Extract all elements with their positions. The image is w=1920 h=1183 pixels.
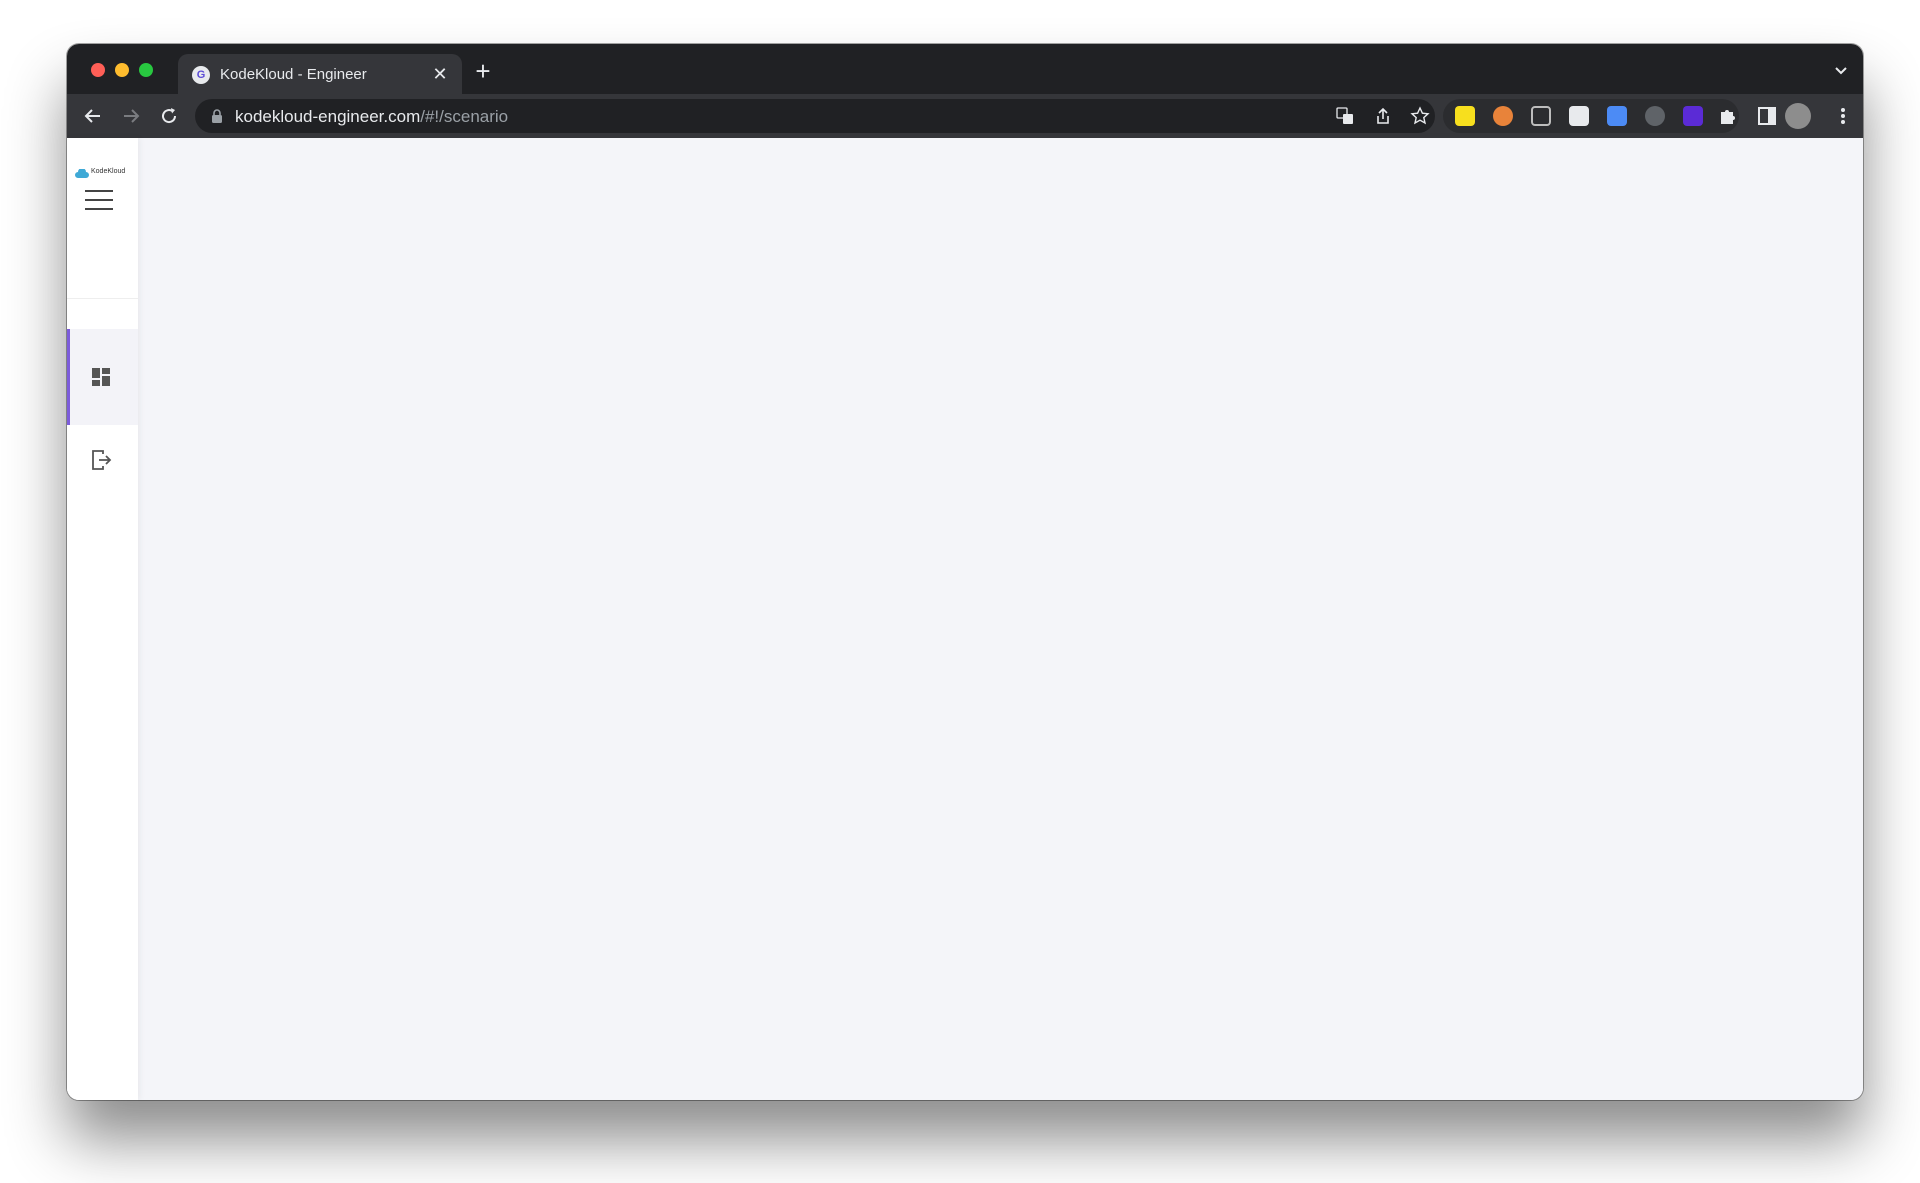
maximize-window-button[interactable] <box>139 63 153 77</box>
dashboard-icon <box>92 368 110 386</box>
sidebar-item-logout[interactable] <box>67 438 138 482</box>
extensions-area <box>1443 99 1739 133</box>
sidebar: KodeKloud <box>67 138 138 1100</box>
docs-extension-icon[interactable] <box>1607 106 1627 126</box>
screen: G KodeKloud - Engineer ✕ + kodekloud-eng… <box>0 0 1920 1183</box>
tab-title: KodeKloud - Engineer <box>220 66 367 83</box>
cookie-extension-icon[interactable] <box>1493 106 1513 126</box>
kodekloud-logo[interactable]: KodeKloud <box>75 168 133 180</box>
profile-avatar[interactable] <box>1785 103 1811 129</box>
hex-extension-icon[interactable] <box>1569 106 1589 126</box>
close-tab-icon[interactable]: ✕ <box>430 64 450 84</box>
logo-text: KodeKloud <box>91 168 126 175</box>
typescript-extension-icon[interactable] <box>1455 106 1475 126</box>
css-extension-icon[interactable] <box>1531 106 1551 126</box>
translate-icon[interactable] <box>1335 106 1355 126</box>
robot-extension-icon[interactable] <box>1645 106 1665 126</box>
browser-window: G KodeKloud - Engineer ✕ + kodekloud-eng… <box>67 44 1863 1100</box>
page-content: KodeKloud <box>67 138 1863 1100</box>
address-bar[interactable]: kodekloud-engineer.com/#!/scenario <box>195 99 1435 133</box>
minimize-window-button[interactable] <box>115 63 129 77</box>
new-tab-button[interactable]: + <box>471 58 495 84</box>
favicon-icon: G <box>192 66 210 84</box>
purple-extension-icon[interactable] <box>1683 106 1703 126</box>
url-path: /#!/scenario <box>420 107 509 126</box>
tab-search-chevron-icon[interactable] <box>1831 60 1851 80</box>
forward-arrow-icon[interactable] <box>119 104 143 128</box>
side-panel-icon[interactable] <box>1755 104 1779 128</box>
sidebar-item-dashboard[interactable] <box>67 329 138 425</box>
lock-icon <box>212 109 222 123</box>
back-arrow-icon[interactable] <box>81 104 105 128</box>
reload-icon[interactable] <box>157 104 181 128</box>
close-window-button[interactable] <box>91 63 105 77</box>
logout-icon <box>92 450 112 470</box>
puzzle-extensions-icon[interactable] <box>1716 104 1740 128</box>
browser-tab[interactable]: G KodeKloud - Engineer ✕ <box>178 54 462 94</box>
more-menu-icon[interactable] <box>1831 104 1855 128</box>
url-text: kodekloud-engineer.com/#!/scenario <box>235 107 508 127</box>
browser-toolbar: kodekloud-engineer.com/#!/scenario <box>67 94 1863 176</box>
hamburger-menu-icon[interactable] <box>85 190 113 210</box>
bookmark-star-icon[interactable] <box>1410 106 1430 126</box>
cloud-logo-icon <box>75 169 89 178</box>
share-icon[interactable] <box>1373 106 1393 126</box>
sidebar-divider <box>67 298 138 299</box>
url-domain: kodekloud-engineer.com <box>235 107 421 126</box>
tab-strip: G KodeKloud - Engineer ✕ + <box>67 44 1863 94</box>
